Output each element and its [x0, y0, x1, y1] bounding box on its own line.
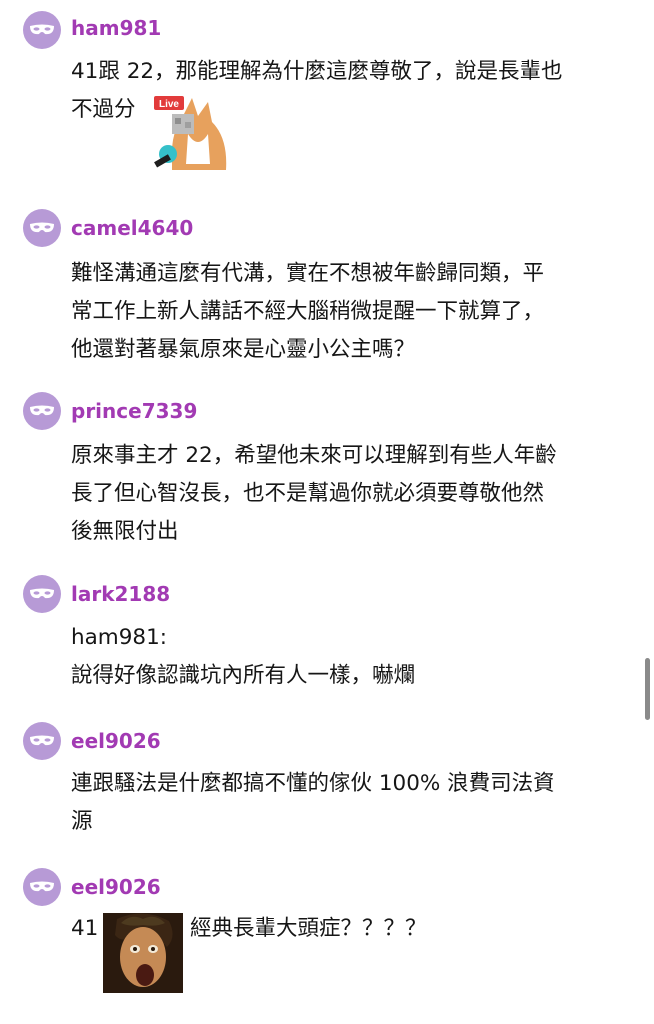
comment-text: 經典長輩大頭症？？？？ — [190, 910, 490, 948]
username[interactable]: eel9026 — [71, 875, 161, 899]
comment-line: 41跟 22，那能理解為什麼這麼尊敬了，說是長輩也 — [71, 59, 563, 84]
comment-line: 難怪溝通這麼有代溝，實在不想被年齡歸同類，平 — [71, 261, 545, 286]
comment-line: 後無限付出 — [71, 519, 179, 544]
comment-line: 連跟騷法是什麼都搞不懂的傢伙 100% 浪費司法資 — [71, 771, 555, 796]
comment-line: 經典長輩大頭症？？？？ — [190, 916, 427, 941]
mask-avatar-icon[interactable] — [23, 868, 61, 906]
username[interactable]: camel4640 — [71, 216, 193, 240]
live-badge-text: Live — [159, 99, 179, 110]
username[interactable]: lark2188 — [71, 582, 170, 606]
mask-avatar-icon[interactable] — [23, 209, 61, 247]
comment-text: ham981: 說得好像認識坑內所有人一樣，嚇爛 — [71, 619, 631, 695]
comment-text: 難怪溝通這麼有代溝，實在不想被年齡歸同類，平 常工作上新人講話不經大腦稍微提醒一… — [71, 255, 631, 369]
live-fox-microphone-sticker[interactable]: Live — [152, 94, 232, 172]
comment-line: 長了但心智沒長，也不是幫過你就必須要尊敬他然 — [71, 481, 545, 506]
comment-line: 常工作上新人講話不經大腦稍微提醒一下就算了， — [71, 299, 545, 324]
mask-avatar-icon[interactable] — [23, 722, 61, 760]
comment-line: 他還對著暴氣原來是心靈小公主嗎？ — [71, 337, 416, 362]
username[interactable]: ham981 — [71, 16, 161, 40]
reply-mention[interactable]: ham981: — [71, 619, 631, 657]
screaming-face-painting-sticker[interactable] — [103, 913, 183, 993]
scrollbar-thumb[interactable] — [645, 658, 650, 720]
mask-avatar-icon[interactable] — [23, 392, 61, 430]
comment-line: 原來事主才 22，希望他未來可以理解到有些人年齡 — [71, 443, 557, 468]
comment-line: 源 — [71, 809, 93, 834]
comment-line: 說得好像認識坑內所有人一樣，嚇爛 — [71, 663, 416, 688]
mask-avatar-icon[interactable] — [23, 575, 61, 613]
comment-text: 連跟騷法是什麼都搞不懂的傢伙 100% 浪費司法資 源 — [71, 765, 631, 841]
username[interactable]: prince7339 — [71, 399, 197, 423]
username[interactable]: eel9026 — [71, 729, 161, 753]
comment-text: 原來事主才 22，希望他未來可以理解到有些人年齡 長了但心智沒長，也不是幫過你就… — [71, 437, 631, 551]
mask-avatar-icon[interactable] — [23, 11, 61, 49]
